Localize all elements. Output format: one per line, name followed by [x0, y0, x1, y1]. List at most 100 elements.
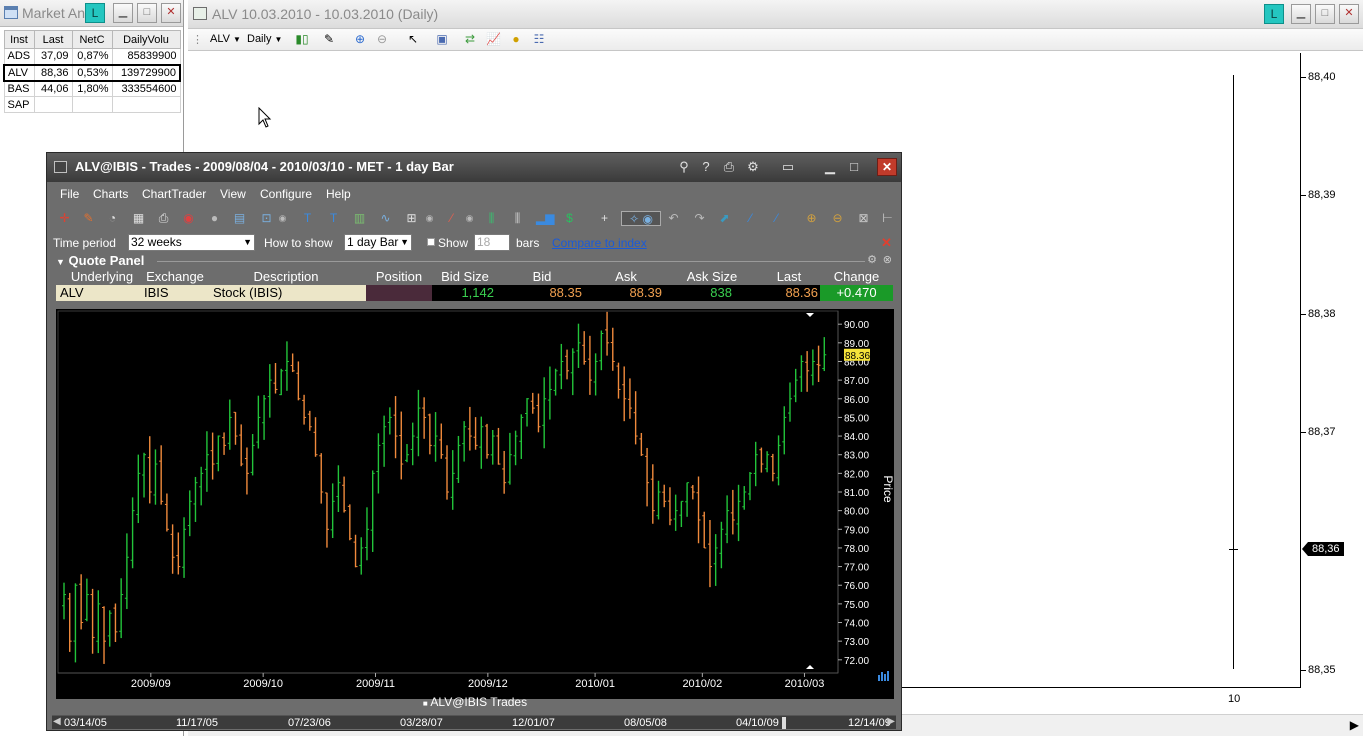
link-badge[interactable]: L — [1264, 4, 1284, 24]
minimize-button[interactable]: ▁ — [1291, 4, 1311, 24]
zoom-out-icon[interactable]: ⊖ — [830, 211, 845, 226]
strategy-icon[interactable]: ● — [509, 32, 523, 46]
bars-icon[interactable]: ⫼ — [484, 211, 499, 226]
ohlc-bar — [130, 497, 135, 569]
line-chart-icon[interactable]: ∿ — [378, 211, 393, 226]
alert-icon[interactable]: ◉ — [181, 211, 196, 226]
time-navigator[interactable]: ◀ 03/14/05 11/17/05 07/23/06 03/28/07 12… — [52, 715, 896, 729]
pin-icon[interactable]: ⚲ — [675, 159, 693, 175]
draw-pencil-icon[interactable]: ✎ — [322, 32, 336, 46]
crosshair-icon[interactable]: ✛ — [57, 211, 72, 226]
volume-icon[interactable]: ▂▆ — [536, 211, 554, 226]
layout-icon[interactable]: ⊞ — [404, 211, 419, 226]
link-icon[interactable]: ⚙ — [744, 159, 762, 175]
quote-description-cell[interactable] — [56, 285, 366, 301]
draw-options-icon[interactable]: ◉ — [462, 211, 477, 226]
chart-window-titlebar[interactable]: ALV@IBIS - Trades - 2009/08/04 - 2010/03… — [47, 153, 901, 182]
quote-panel-title[interactable]: ▼ Quote Panel — [56, 253, 144, 268]
table-row[interactable]: BAS 44,06 1,80% 333554600 — [3, 80, 181, 97]
ohlc-bar — [645, 447, 650, 507]
background-chart-titlebar[interactable]: ALV 10.03.2010 - 10.03.2010 (Daily) L ▁ … — [188, 0, 1363, 29]
market-analyzer-titlebar[interactable]: Market An L ▁ □ ✕ — [0, 0, 183, 27]
print-icon[interactable]: ⎙ — [720, 159, 738, 175]
wand-icon[interactable]: ⁄ — [743, 211, 758, 226]
menu-view[interactable]: View — [220, 187, 246, 201]
column-header-dailyvolume[interactable]: DailyVolu — [111, 30, 181, 49]
close-panel-icon[interactable]: ⊗ — [883, 253, 892, 266]
table-row[interactable]: SAP — [3, 96, 181, 113]
grid-icon[interactable]: ▦ — [131, 211, 146, 226]
compare-to-index-link[interactable]: Compare to index — [552, 236, 647, 250]
minimize-button[interactable]: ▁ — [113, 3, 133, 23]
circle-icon[interactable]: ● — [207, 211, 222, 226]
close-button[interactable]: ✕ — [1339, 4, 1359, 24]
navigate-left-icon[interactable]: ◀ — [53, 716, 61, 727]
table-row[interactable]: ADS 37,09 0,87% 85839900 — [3, 48, 181, 65]
menu-help[interactable]: Help — [326, 187, 351, 201]
help-icon[interactable]: ? — [697, 159, 715, 174]
quote-header-exchange: Exchange — [146, 269, 204, 284]
print-icon[interactable]: ⎙ — [156, 211, 171, 226]
undo-icon[interactable]: ↶ — [666, 211, 681, 226]
maximize-button[interactable]: □ — [1315, 4, 1335, 24]
zoom-in-icon[interactable]: ⊕ — [804, 211, 819, 226]
price-chart[interactable]: 72.00 73.00 74.00 75.00 76.00 77.00 78.00 79.00… — [56, 309, 894, 699]
indicator-icon[interactable]: 📈 — [486, 32, 501, 46]
time-period-select[interactable]: 32 weeks ▼ — [128, 234, 255, 251]
chart-tools-icon[interactable] — [878, 671, 889, 681]
link-badge[interactable]: L — [85, 3, 105, 23]
minimize-icon[interactable]: ▁ — [821, 159, 839, 175]
more-icon[interactable]: ⊢ — [880, 211, 895, 226]
pointer-icon[interactable]: ↖ — [406, 32, 420, 46]
ohlc-icon[interactable]: ⫼ — [510, 211, 525, 226]
maximize-icon[interactable]: □ — [845, 159, 863, 174]
draw-icon[interactable]: ⁄ — [444, 211, 459, 226]
data-box-icon[interactable]: ▣ — [435, 32, 449, 46]
how-to-show-select[interactable]: 1 day Bar ▼ — [344, 234, 412, 251]
settings-icon[interactable]: ⚙ — [867, 253, 877, 266]
close-button[interactable]: ✕ — [877, 158, 897, 176]
clock-icon[interactable]: ◔ — [105, 211, 120, 226]
price-chart-svg[interactable]: 72.00 73.00 74.00 75.00 76.00 77.00 78.00 79.00… — [56, 309, 894, 699]
zoom-icon[interactable]: ⊡ — [259, 211, 274, 226]
maximize-button[interactable]: □ — [137, 3, 157, 23]
chart-settings-icon[interactable]: ⬈ — [717, 211, 732, 226]
menu-file[interactable]: File — [60, 187, 79, 201]
indicator-icon[interactable]: ▥ — [352, 211, 367, 226]
column-header-last[interactable]: Last — [33, 30, 73, 49]
fit-icon[interactable]: ⊠ — [856, 211, 871, 226]
chevron-down-icon[interactable]: ◉ — [275, 211, 290, 226]
quote-underlying-value: ALV — [60, 285, 84, 300]
column-header-inst[interactable]: Inst — [3, 30, 35, 49]
properties-icon[interactable]: ☷ — [532, 32, 546, 46]
refresh-icon[interactable]: ⇄ — [463, 32, 477, 46]
dollar-icon[interactable]: $ — [562, 211, 577, 226]
redo-icon[interactable]: ↷ — [692, 211, 707, 226]
wand-tool-icon[interactable]: ✧ ◉ — [621, 211, 661, 226]
text-box-icon[interactable]: T — [326, 211, 341, 226]
snapshot-icon[interactable]: ▭ — [779, 159, 797, 175]
table-row-selected[interactable]: ALV 88,36 0,53% 139729900 — [3, 63, 181, 82]
table-icon[interactable]: ▤ — [232, 211, 247, 226]
column-header-netc[interactable]: NetC — [71, 30, 113, 49]
crosshair-tool-icon[interactable]: + — [597, 211, 612, 226]
navigate-right-icon[interactable]: ▶ — [887, 716, 895, 727]
show-bars-count-input[interactable]: 18 — [474, 234, 510, 251]
menu-charttrader[interactable]: ChartTrader — [142, 187, 206, 201]
close-button[interactable]: ✕ — [161, 3, 181, 23]
order-icon[interactable]: ✎ — [81, 211, 96, 226]
close-params-icon[interactable]: ✕ — [881, 235, 892, 251]
menu-configure[interactable]: Configure — [260, 187, 312, 201]
show-bars-checkbox[interactable] — [427, 238, 435, 246]
zoom-out-icon[interactable]: ⊖ — [375, 32, 389, 46]
instrument-selector[interactable]: ALV ▼ — [210, 33, 241, 45]
interval-selector[interactable]: Daily ▼ — [247, 33, 282, 45]
zoom-in-icon[interactable]: ⊕ — [353, 32, 367, 46]
remove-drawings-icon[interactable]: ⁄ — [769, 211, 784, 226]
navigator-handle[interactable] — [782, 717, 786, 729]
scroll-right-icon[interactable]: ▶ — [1350, 718, 1359, 732]
layout-options-icon[interactable]: ◉ — [422, 211, 437, 226]
menu-charts[interactable]: Charts — [93, 187, 128, 201]
bar-style-icon[interactable]: ▮▯ — [295, 32, 309, 46]
text-tool-icon[interactable]: T — [300, 211, 315, 226]
